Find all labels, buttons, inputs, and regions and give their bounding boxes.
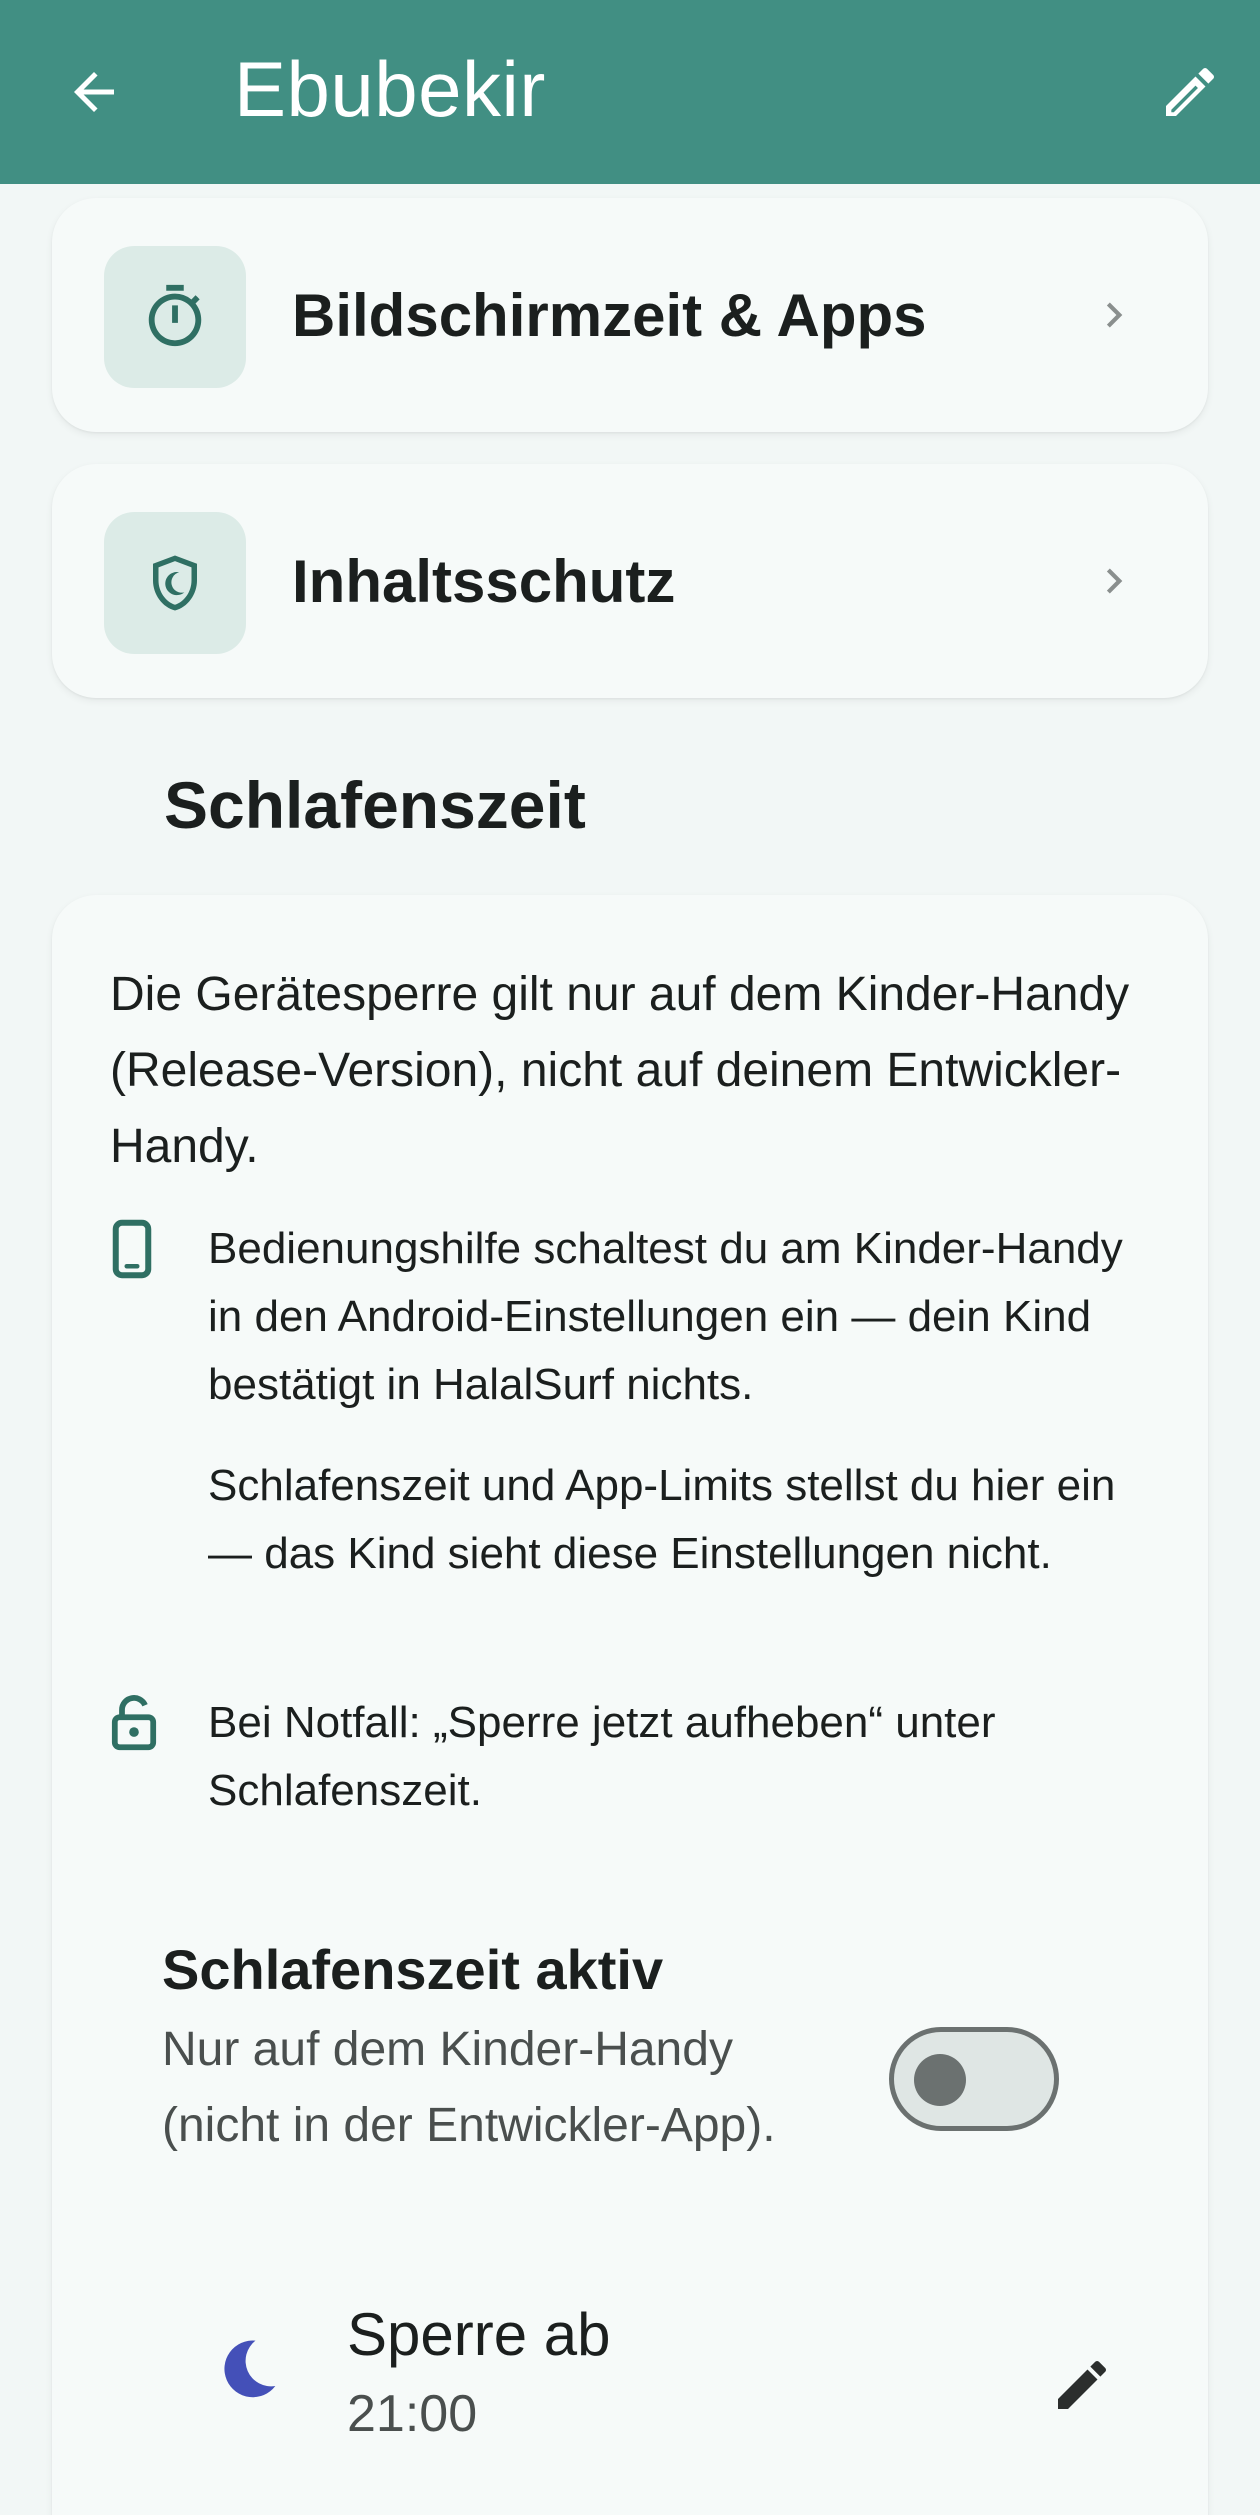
info-bullet-text: Bei Notfall: „Sperre jetzt aufheben“ unt…: [208, 1698, 996, 1815]
back-button[interactable]: [54, 52, 134, 132]
chevron-right-icon: [1084, 551, 1144, 611]
arrow-back-icon: [74, 72, 114, 112]
bedtime-section-header: Schlafenszeit: [62, 760, 586, 850]
shield-moon-icon: [153, 555, 197, 611]
lock-start-title: Sperre ab: [347, 2301, 611, 2368]
info-bullet-text: Bedienungshilfe schaltest du am Kinder-H…: [208, 1224, 1123, 1409]
info-intro-text: Die Gerätesperre gilt nur auf dem Kinder…: [110, 968, 1130, 1173]
phone-icon: [112, 1219, 152, 1279]
toggle-subtitle: Nur auf dem Kinder-Handy (nicht in der E…: [162, 2023, 776, 2152]
info-bullet-accessibility: Bedienungshilfe schaltest du am Kinder-H…: [110, 1215, 1190, 1419]
pencil-icon: [1166, 67, 1215, 116]
timer-icon-tile: [104, 246, 246, 388]
unlock-icon: [111, 1695, 157, 1751]
pencil-icon: [1058, 2360, 1107, 2409]
bedtime-switch[interactable]: [889, 2027, 1059, 2131]
info-bullet-text: Schlafenszeit und App-Limits stellst du …: [208, 1461, 1116, 1578]
screen-time-card[interactable]: Bildschirmzeit & Apps: [52, 198, 1208, 432]
info-bullet-settings: Schlafenszeit und App-Limits stellst du …: [110, 1452, 1190, 1588]
bedtime-info-card: Die Gerätesperre gilt nur auf dem Kinder…: [52, 895, 1208, 2515]
edit-button[interactable]: [1150, 52, 1230, 132]
content-protection-card[interactable]: Inhaltsschutz: [52, 464, 1208, 698]
moon-icon: [73, 777, 101, 833]
switch-knob: [914, 2054, 966, 2106]
screen-time-label: Bildschirmzeit & Apps: [292, 281, 927, 349]
content-protection-label: Inhaltsschutz: [292, 547, 676, 615]
section-title: Schlafenszeit: [164, 768, 586, 842]
chevron-right-icon: [1084, 285, 1144, 345]
shield-icon-tile: [104, 512, 246, 654]
page-title: Ebubekir: [234, 45, 546, 133]
info-bullet-emergency: Bei Notfall: „Sperre jetzt aufheben“ unt…: [110, 1689, 1190, 1825]
app-bar: Ebubekir: [0, 0, 1260, 184]
moon-icon: [118, 1462, 141, 1506]
moon-icon: [224, 2340, 276, 2398]
edit-lock-start-button[interactable]: [1042, 2345, 1122, 2425]
lock-start-row[interactable]: Sperre ab 21:00: [162, 2295, 1142, 2445]
toggle-title: Schlafenszeit aktiv: [162, 1938, 664, 2001]
timer-icon: [148, 284, 202, 347]
lock-start-time: 21:00: [347, 2385, 478, 2443]
